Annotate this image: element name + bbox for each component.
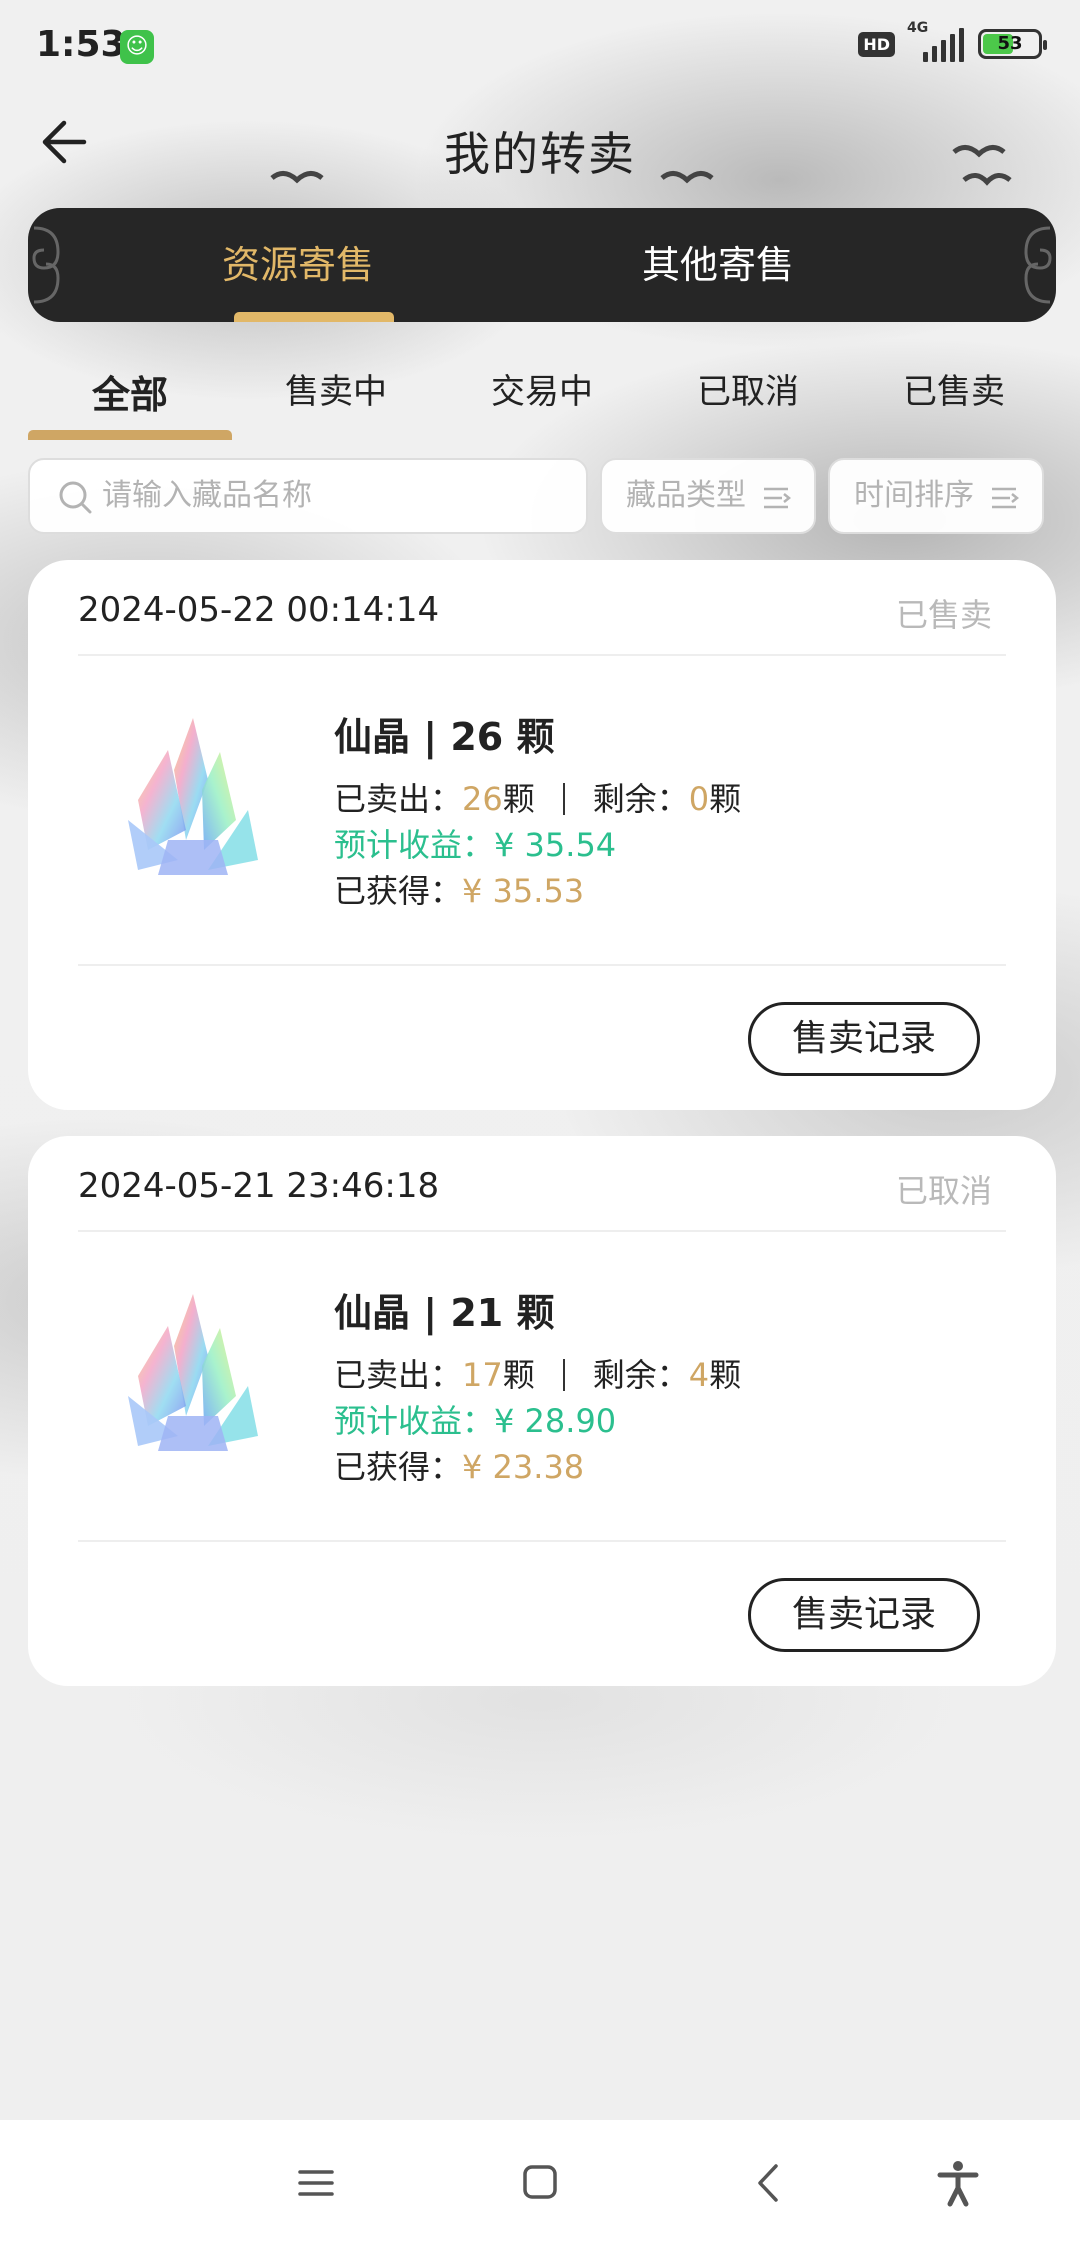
obtained-label: 已获得： [334,1448,463,1486]
sale-record-button[interactable]: 售卖记录 [748,1002,980,1076]
sold-count: 17 [462,1356,503,1394]
order-status: 已取消 [895,1172,992,1210]
collection-type-label: 藏品类型 [626,478,746,513]
divider [78,1230,1006,1232]
separator [562,1359,565,1391]
category-tab-bar: 资源寄售 其他寄售 [28,208,1056,322]
unit-label: 颗 [709,1356,742,1394]
separator [562,783,565,815]
filter-tab-trading[interactable]: 交易中 [462,364,622,413]
menu-icon[interactable] [296,2158,336,2208]
home-icon[interactable] [520,2158,560,2208]
tab-resource-consignment[interactable]: 资源寄售 [188,208,408,322]
crystal-item-image [128,718,258,875]
divider [78,654,1006,656]
filter-tab-cancelled[interactable]: 已取消 [668,364,828,413]
sold-remaining-row: 已卖出：17颗 剩余：4颗 [334,1350,741,1396]
sale-record-button[interactable]: 售卖记录 [748,1578,980,1652]
search-input[interactable]: 请输入藏品名称 [28,458,588,534]
battery-icon: 53 [978,29,1047,59]
corner-ornament-icon [1024,226,1052,304]
network-type: 4G [907,20,929,36]
item-title: 仙晶 | 21 颗 [334,1291,555,1335]
time-sort-filter[interactable]: 时间排序 [828,458,1044,534]
signal-icon: 4G [907,20,964,62]
sold-remaining-row: 已卖出：26颗 剩余：0颗 [334,774,741,820]
tab-other-consignment[interactable]: 其他寄售 [608,208,828,322]
system-navigation-bar [0,2120,1080,2248]
back-icon[interactable] [748,2158,788,2208]
divider [78,1540,1006,1542]
status-indicators: HD 4G 53 [858,20,1047,62]
expected-income-row: 预计收益：¥ 28.90 [334,1396,616,1442]
crystal-item-image [128,1294,258,1451]
collection-type-filter[interactable]: 藏品类型 [600,458,816,534]
app-notification-icon: ☺ [120,30,154,64]
filter-tab-selling[interactable]: 售卖中 [256,364,416,413]
filter-tab-sold[interactable]: 已售卖 [874,364,1034,413]
divider [78,964,1006,966]
sort-icon [992,487,1020,509]
order-date: 2024-05-22 00:14:14 [78,590,440,630]
status-filter-tabs: 全部 售卖中 交易中 已取消 已售卖 [28,354,1056,444]
obtained-row: 已获得：¥ 35.53 [334,866,584,912]
filter-tab-all[interactable]: 全部 [50,364,210,419]
obtained-row: 已获得：¥ 23.38 [334,1442,584,1488]
hd-badge: HD [858,31,895,57]
filter-tab-indicator [28,430,232,440]
expected-value: ¥ 35.54 [494,826,617,864]
consignment-card: 2024-05-21 23:46:18 已取消 仙晶 | 21 颗 已卖出：17… [28,1136,1056,1686]
remaining-label: 剩余： [592,1356,689,1394]
order-date: 2024-05-21 23:46:18 [78,1166,440,1206]
obtained-label: 已获得： [334,872,463,910]
status-time: 1:53 [36,24,126,65]
obtained-value: ¥ 35.53 [462,872,585,910]
expected-label: 预计收益： [334,826,495,864]
search-placeholder: 请输入藏品名称 [102,478,312,513]
remaining-count: 4 [688,1356,710,1394]
expected-income-row: 预计收益：¥ 35.54 [334,820,616,866]
sold-label: 已卖出： [334,780,463,818]
search-icon [59,481,92,514]
obtained-value: ¥ 23.38 [462,1448,585,1486]
sold-count: 26 [462,780,503,818]
page-title: 我的转卖 [444,127,636,181]
unit-label: 颗 [502,1356,535,1394]
corner-ornament-icon [32,226,60,304]
unit-label: 颗 [709,780,742,818]
remaining-count: 0 [688,780,710,818]
accessibility-icon[interactable] [936,2158,980,2208]
item-title: 仙晶 | 26 颗 [334,715,555,759]
sort-icon [764,487,792,509]
sold-label: 已卖出： [334,1356,463,1394]
remaining-label: 剩余： [592,780,689,818]
expected-value: ¥ 28.90 [494,1402,617,1440]
battery-level: 53 [997,33,1023,54]
order-status: 已售卖 [895,596,992,634]
consignment-card: 2024-05-22 00:14:14 已售卖 仙晶 | 26 颗 已卖出：26… [28,560,1056,1110]
active-tab-indicator [234,312,394,322]
time-sort-label: 时间排序 [854,478,974,513]
expected-label: 预计收益： [334,1402,495,1440]
unit-label: 颗 [502,780,535,818]
